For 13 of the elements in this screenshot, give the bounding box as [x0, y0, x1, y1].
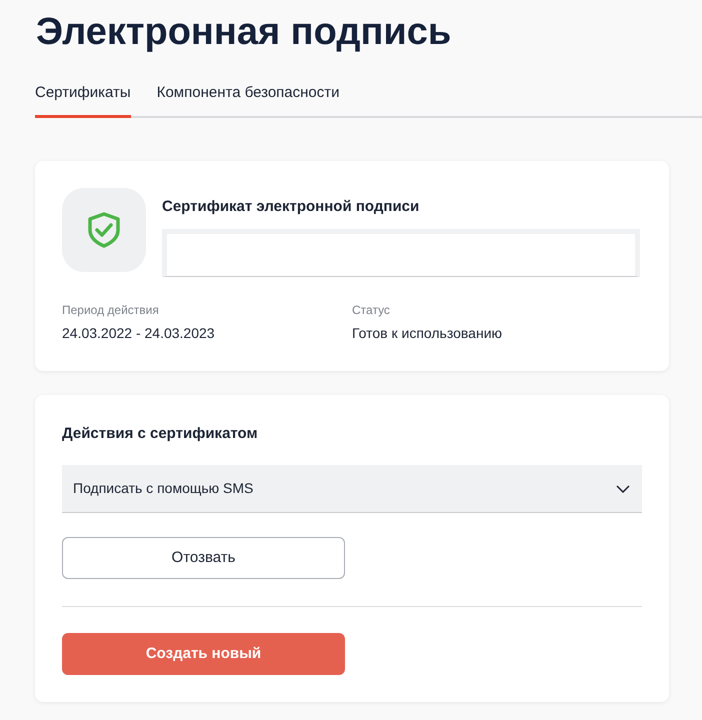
revoke-button[interactable]: Отозвать — [62, 537, 345, 580]
actions-title: Действия с сертификатом — [62, 424, 259, 444]
page-title: Электронная подпись — [36, 12, 452, 54]
field-label: Период действия — [62, 302, 160, 319]
action-select[interactable]: Подписать с помощью SMS — [62, 465, 642, 514]
select-value: Подписать с помощью SMS — [73, 479, 254, 498]
tab[interactable]: Сертификаты — [35, 82, 131, 118]
field-label: Статус — [352, 302, 391, 319]
chevron-down-icon — [616, 484, 630, 493]
tab[interactable]: Компонента безопасности — [156, 82, 340, 118]
field-value: Готов к использованию — [352, 324, 504, 343]
certificate-title: Сертификат электронной подписи — [162, 197, 420, 218]
field-value: 24.03.2022 - 24.03.2023 — [62, 324, 216, 343]
